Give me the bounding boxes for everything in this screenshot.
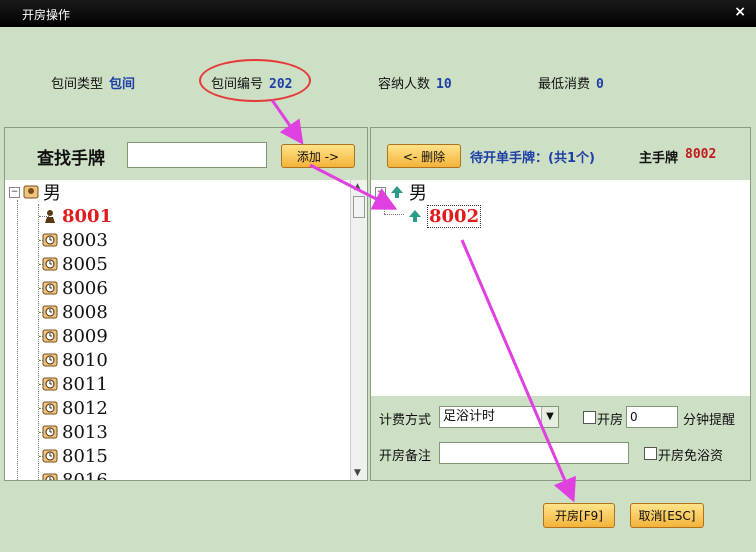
tree-item-label: 8006 [62, 277, 108, 299]
tree-item-label: 8002 [427, 204, 482, 228]
collapse-icon[interactable]: − [9, 186, 20, 198]
free-bath-label: 开房免浴资 [658, 449, 724, 464]
tree-item-label: 8008 [62, 301, 108, 323]
open-room-button[interactable]: 开房[F9] [543, 503, 615, 528]
tree-item[interactable]: 8001 [42, 204, 112, 228]
tree-item-label: 8016 [62, 469, 108, 481]
tree-item-label: 8003 [62, 229, 108, 251]
remark-label: 开房备注 [379, 449, 432, 464]
left-scrollbar[interactable]: ▲ ▼ [350, 180, 367, 480]
annotation-ellipse [199, 59, 311, 102]
tree-item-label: 8011 [62, 373, 108, 395]
open-room-check-label: 开房 [597, 413, 624, 428]
tree-item[interactable]: 8002 [407, 204, 482, 228]
minutes-input[interactable]: 0 [626, 406, 678, 428]
capacity-value: 10 [436, 77, 452, 92]
pending-label: 待开单手牌：(共1个) [470, 151, 595, 166]
tree-item[interactable]: 8005 [42, 252, 108, 276]
tree-item-label: 8012 [62, 397, 108, 419]
clock-icon [42, 352, 58, 368]
tree-line [17, 200, 18, 480]
tree-item-label: 8001 [62, 205, 113, 227]
cancel-button[interactable]: 取消[ESC] [630, 503, 704, 528]
chevron-down-icon[interactable]: ▼ [541, 407, 558, 427]
tree-root[interactable]: − 男 [375, 180, 427, 204]
min-spend-info: 最低消费 0 [538, 73, 604, 92]
tree-item[interactable]: 8010 [42, 348, 108, 372]
room-type-value: 包间 [109, 77, 136, 92]
clock-icon [42, 232, 58, 248]
tree-root-label: 男 [409, 183, 427, 204]
clock-icon [42, 400, 58, 416]
clock-icon [42, 376, 58, 392]
tree-item[interactable]: 8009 [42, 324, 108, 348]
tree-item-label: 8009 [62, 325, 108, 347]
min-spend-label: 最低消费 [538, 77, 591, 92]
tree-item[interactable]: 8003 [42, 228, 108, 252]
tree-item[interactable]: 8016 [42, 468, 108, 480]
available-tree: − 男 8001 8003 8005 8006 8008 8009 8010 8011 8012… [5, 180, 367, 480]
clock-icon [42, 304, 58, 320]
clock-icon [42, 472, 58, 480]
tree-item[interactable]: 8006 [42, 276, 108, 300]
tree-line [384, 214, 404, 215]
tree-item-label: 8013 [62, 421, 108, 443]
search-input[interactable] [127, 142, 267, 168]
tree-item-label: 8005 [62, 253, 108, 275]
left-panel-header: 查找手牌 添加 -> [5, 128, 367, 180]
up-arrow-icon [389, 184, 405, 200]
right-panel-header: <- 删除 待开单手牌：(共1个) 主手牌 8002 [371, 128, 750, 180]
left-panel: 查找手牌 添加 -> − 男 8001 8003 8005 8006 8008 8009 8… [4, 127, 368, 481]
room-type-info: 包间类型 包间 [51, 73, 135, 92]
min-spend-value: 0 [596, 77, 604, 92]
person-icon [42, 208, 58, 224]
master-value: 8002 [685, 147, 717, 162]
pending-tree: − 男 8002 [371, 180, 750, 396]
room-type-label: 包间类型 [51, 77, 104, 92]
tree-root-label: 男 [43, 183, 61, 204]
tree-item[interactable]: 8015 [42, 444, 108, 468]
up-arrow-icon [407, 208, 423, 224]
clock-icon [42, 328, 58, 344]
capacity-info: 容纳人数 10 [378, 73, 452, 92]
billing-select[interactable]: 足浴计时 ▼ [439, 406, 559, 428]
free-bath-checkbox[interactable] [644, 447, 657, 460]
tree-item-label: 8015 [62, 445, 108, 467]
tree-item[interactable]: 8011 [42, 372, 108, 396]
open-room-checkbox[interactable] [583, 411, 596, 424]
tree-item-label: 8010 [62, 349, 108, 371]
clock-icon [42, 280, 58, 296]
group-icon [23, 184, 39, 200]
billing-label: 计费方式 [379, 413, 432, 428]
add-button[interactable]: 添加 -> [281, 144, 355, 168]
tree-line [384, 196, 385, 214]
billing-form: 计费方式 足浴计时 ▼ 开房 0 分钟提醒 开房备注 开房免浴资 [371, 396, 750, 480]
close-icon[interactable]: × [734, 4, 746, 20]
scroll-up-icon[interactable]: ▲ [354, 182, 361, 192]
title-bar: 开房操作 × [0, 0, 756, 27]
scroll-thumb[interactable] [353, 196, 365, 218]
tree-item[interactable]: 8008 [42, 300, 108, 324]
tree-line [38, 204, 39, 480]
delete-button[interactable]: <- 删除 [387, 144, 461, 168]
minutes-label: 分钟提醒 [683, 413, 736, 428]
right-panel: <- 删除 待开单手牌：(共1个) 主手牌 8002 − 男 8002 计费方式… [370, 127, 751, 481]
scroll-down-icon[interactable]: ▼ [354, 468, 361, 478]
tree-item[interactable]: 8013 [42, 420, 108, 444]
billing-select-value: 足浴计时 [443, 409, 496, 424]
remark-input[interactable] [439, 442, 629, 464]
capacity-label: 容纳人数 [378, 77, 431, 92]
search-label: 查找手牌 [37, 149, 105, 169]
master-label: 主手牌 [639, 151, 679, 166]
tree-item[interactable]: 8012 [42, 396, 108, 420]
window-title: 开房操作 [22, 8, 71, 22]
clock-icon [42, 424, 58, 440]
clock-icon [42, 256, 58, 272]
tree-root[interactable]: − 男 [9, 180, 61, 204]
clock-icon [42, 448, 58, 464]
